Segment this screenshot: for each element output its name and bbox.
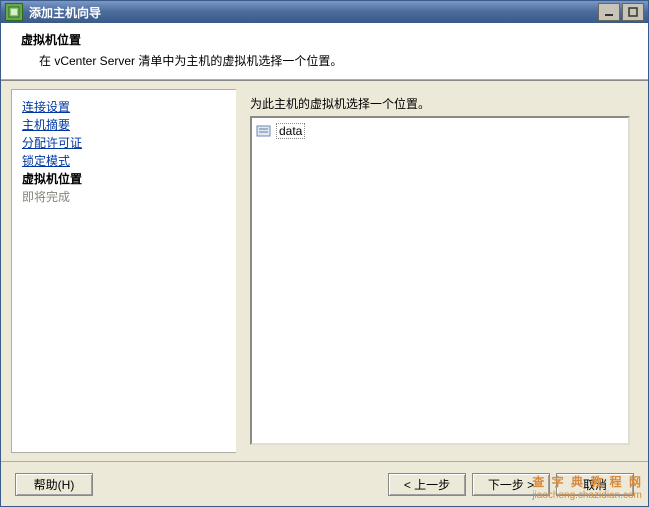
main-panel: 为此主机的虚拟机选择一个位置。 data xyxy=(236,89,638,453)
datacenter-icon xyxy=(256,124,272,138)
location-tree[interactable]: data xyxy=(250,116,630,445)
steps-sidebar: 连接设置 主机摘要 分配许可证 锁定模式 虚拟机位置 即将完成 xyxy=(11,89,236,453)
panel-prompt: 为此主机的虚拟机选择一个位置。 xyxy=(250,95,630,112)
button-bar: 帮助(H) < 上一步 下一步 > 取消 xyxy=(1,461,648,506)
tree-item-label: data xyxy=(276,123,305,139)
step-ready-to-complete: 即将完成 xyxy=(22,188,226,206)
titlebar: 添加主机向导 xyxy=(1,1,648,23)
wizard-window: 添加主机向导 虚拟机位置 在 vCenter Server 清单中为主机的虚拟机… xyxy=(0,0,649,507)
back-button[interactable]: < 上一步 xyxy=(388,473,466,496)
window-title: 添加主机向导 xyxy=(29,4,101,21)
wizard-body: 连接设置 主机摘要 分配许可证 锁定模式 虚拟机位置 即将完成 为此主机的虚拟机… xyxy=(1,83,648,461)
cancel-button[interactable]: 取消 xyxy=(556,473,634,496)
step-assign-license[interactable]: 分配许可证 xyxy=(22,134,226,152)
page-title: 虚拟机位置 xyxy=(21,31,628,48)
wizard-header: 虚拟机位置 在 vCenter Server 清单中为主机的虚拟机选择一个位置。 xyxy=(1,23,648,80)
page-description: 在 vCenter Server 清单中为主机的虚拟机选择一个位置。 xyxy=(21,52,628,69)
step-connection-settings[interactable]: 连接设置 xyxy=(22,98,226,116)
step-host-summary[interactable]: 主机摘要 xyxy=(22,116,226,134)
help-button[interactable]: 帮助(H) xyxy=(15,473,93,496)
next-button[interactable]: 下一步 > xyxy=(472,473,550,496)
app-icon xyxy=(5,3,23,21)
step-vm-location: 虚拟机位置 xyxy=(22,170,226,188)
step-lockdown-mode[interactable]: 锁定模式 xyxy=(22,152,226,170)
tree-item-datacenter[interactable]: data xyxy=(256,122,624,140)
maximize-button[interactable] xyxy=(622,3,644,21)
minimize-button[interactable] xyxy=(598,3,620,21)
